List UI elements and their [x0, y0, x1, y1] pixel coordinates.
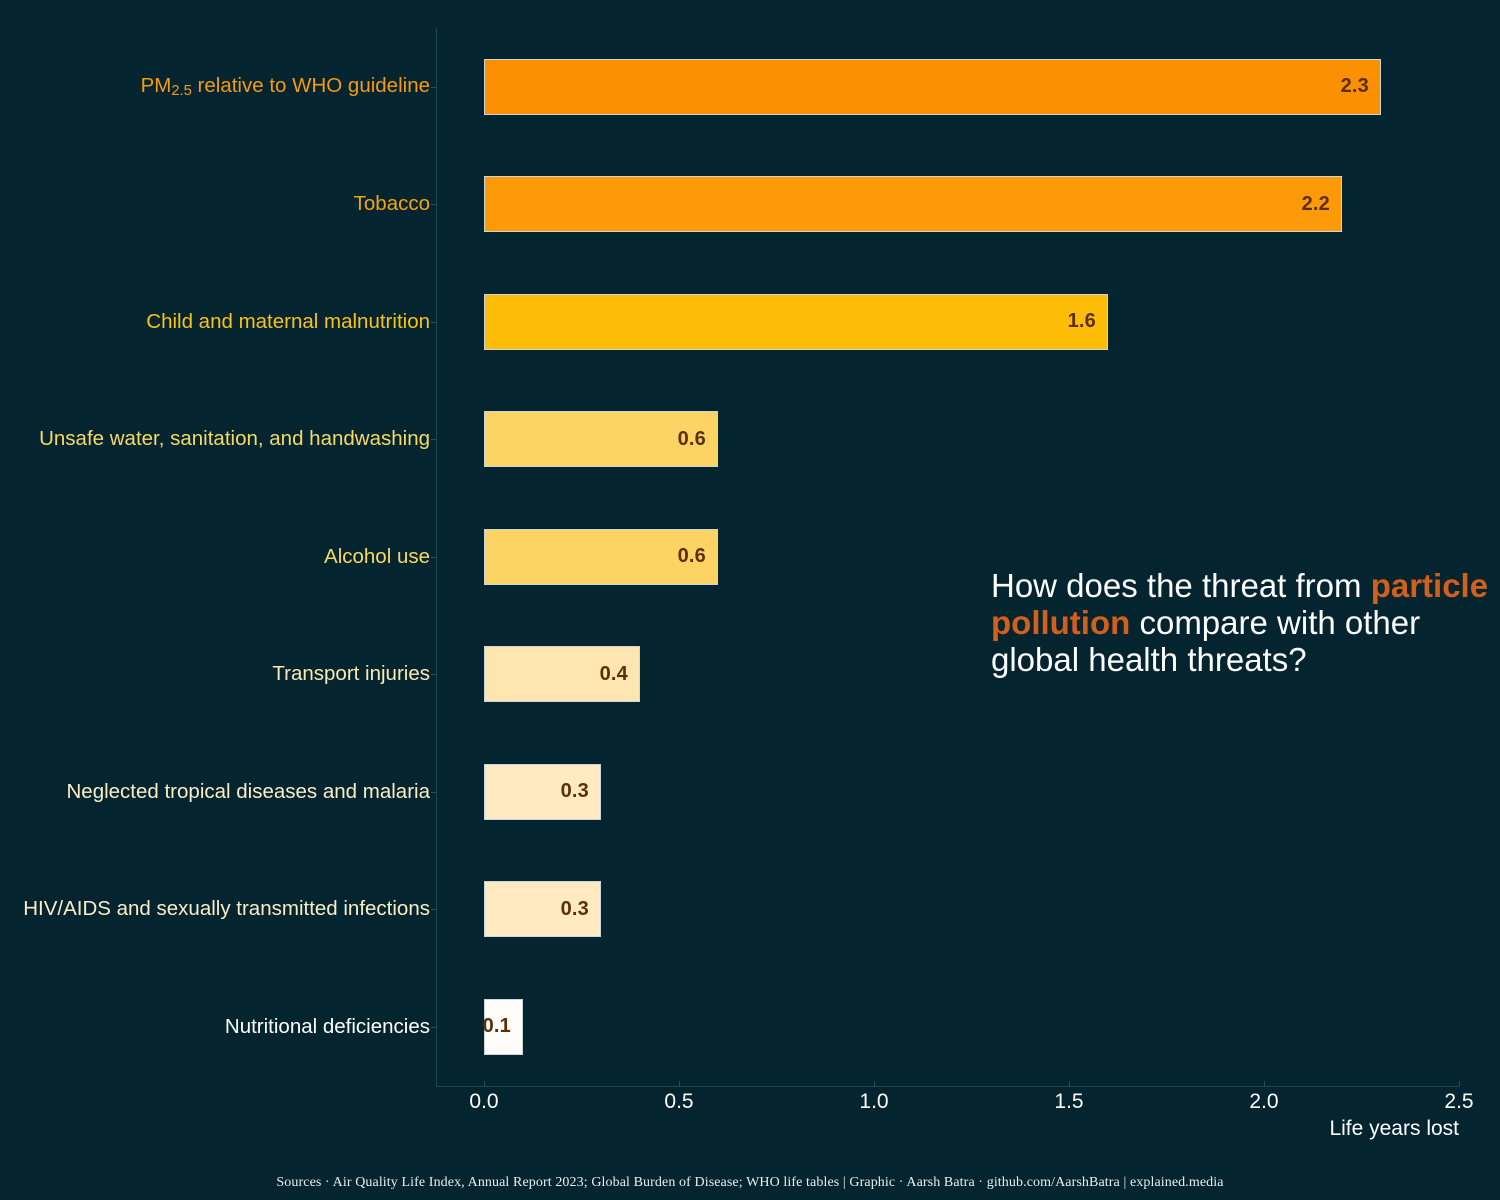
- bar: 1.6: [484, 293, 1108, 350]
- bar-value-label: 0.4: [599, 662, 628, 685]
- bar-row: Nutritional deficiencies 0.1: [0, 968, 1500, 1085]
- bar: 2.2: [484, 176, 1342, 233]
- y-axis-tick: [431, 204, 436, 206]
- bar-row: Tobacco 2.2: [0, 146, 1500, 263]
- y-axis-tick: [431, 909, 436, 911]
- y-axis-tick: [431, 674, 436, 676]
- bar-value-label: 0.6: [677, 427, 706, 450]
- bar: 0.6: [484, 411, 718, 468]
- x-axis-tick-mark: [1069, 1081, 1070, 1086]
- category-label: Nutritional deficiencies: [224, 1014, 430, 1038]
- bar: 0.4: [484, 646, 640, 703]
- x-axis-tick-label: 1.0: [859, 1090, 889, 1113]
- category-label: PM2.5 relative to WHO guideline: [140, 73, 430, 100]
- y-axis-tick: [431, 86, 436, 88]
- bar-chart: PM2.5 relative to WHO guideline 2.3 Tobacc…: [0, 0, 1500, 1200]
- bar-value-label: 0.3: [560, 780, 589, 803]
- x-axis-tick-mark: [484, 1081, 485, 1086]
- annotation-callout: How does the threat from particle pollut…: [991, 567, 1491, 678]
- x-axis-tick-container: 0.0 0.5 1.0 1.5 2.0 2.5: [0, 1081, 1500, 1126]
- annotation-line-1: How does the threat from: [991, 567, 1371, 604]
- bar-value-label: 2.2: [1301, 192, 1330, 215]
- x-axis-tick-mark: [1264, 1081, 1265, 1086]
- bar-row: HIV/AIDS and sexually transmitted infect…: [0, 851, 1500, 968]
- x-axis-tick-mark: [679, 1081, 680, 1086]
- bar: 0.6: [484, 528, 718, 585]
- bar-row: PM2.5 relative to WHO guideline 2.3: [0, 28, 1500, 145]
- x-axis-tick-label: 2.5: [1444, 1090, 1474, 1113]
- bar-row: Child and maternal malnutrition 1.6: [0, 263, 1500, 380]
- bar: 0.1: [482, 998, 523, 1055]
- x-axis-title: Life years lost: [1329, 1117, 1459, 1140]
- x-axis-tick-label: 0.5: [664, 1090, 694, 1113]
- bar-value-label: 2.3: [1340, 75, 1369, 97]
- x-axis-tick-mark: [1459, 1081, 1460, 1086]
- y-axis-tick: [431, 439, 436, 441]
- category-label: Alcohol use: [324, 544, 430, 568]
- y-axis-tick: [431, 791, 436, 793]
- bar-value-label: 1.6: [1067, 310, 1096, 333]
- bar-row: Neglected tropical diseases and malaria 0…: [0, 733, 1500, 850]
- bar: 0.3: [484, 763, 601, 820]
- bar-row: Unsafe water, sanitation, and handwashin…: [0, 381, 1500, 498]
- bar: 2.3: [484, 58, 1381, 115]
- bar-value-label: 0.1: [482, 1015, 511, 1038]
- category-label: Tobacco: [353, 192, 430, 216]
- bar-value-label: 0.3: [560, 897, 589, 920]
- category-label: HIV/AIDS and sexually transmitted infect…: [23, 897, 430, 921]
- category-label: Transport injuries: [272, 662, 430, 686]
- category-label: Child and maternal malnutrition: [146, 309, 430, 333]
- category-label: Neglected tropical diseases and malaria: [66, 779, 430, 803]
- y-axis-tick: [431, 321, 436, 323]
- x-axis-tick-label: 1.5: [1054, 1090, 1084, 1113]
- x-axis-tick-label: 2.0: [1249, 1090, 1279, 1113]
- bar-value-label: 0.6: [677, 545, 706, 568]
- x-axis-tick-mark: [874, 1081, 875, 1086]
- y-axis-tick: [431, 556, 436, 558]
- footer-credits: Sources · Air Quality Life Index, Annual…: [276, 1175, 1224, 1190]
- x-axis-tick-label: 0.0: [469, 1090, 499, 1113]
- y-axis-tick: [431, 1026, 436, 1028]
- bar: 0.3: [484, 881, 601, 938]
- category-label: Unsafe water, sanitation, and handwashin…: [39, 427, 430, 451]
